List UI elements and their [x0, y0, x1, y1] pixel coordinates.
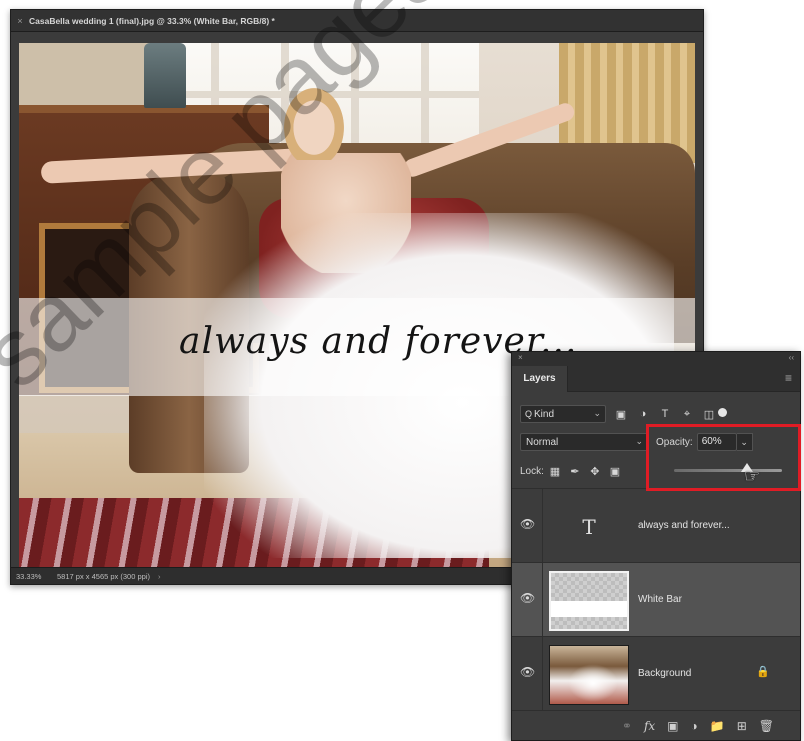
photo-vase [144, 43, 186, 108]
layer-filter-row: Q Kind ⌄ ▣ ◑ T ⌖ ◫ [520, 404, 794, 424]
trash-icon[interactable]: 🗑 [759, 719, 774, 733]
type-filter-icon[interactable]: T [658, 408, 672, 421]
blend-mode-value: Normal [526, 436, 559, 448]
blend-mode-select[interactable]: Normal ⌄ [520, 433, 648, 451]
opacity-label: Opacity: [656, 436, 693, 448]
layers-panel: × ‹‹ Layers ≡ Q Kind ⌄ ▣ ◑ T ⌖ ◫ Normal … [511, 351, 801, 741]
document-tab[interactable]: × CasaBella wedding 1 (final).jpg @ 33.3… [11, 10, 703, 32]
lock-icons: ▦ ✒ ✥ ▣ [548, 465, 622, 478]
divider [542, 637, 543, 710]
layer-thumbnail[interactable] [549, 571, 629, 631]
opacity-slider-popup: ☞ [658, 452, 798, 488]
pointer-cursor-icon: ☞ [744, 466, 761, 486]
divider [542, 489, 543, 562]
thumbnail-white-stripe [551, 601, 627, 617]
shape-filter-icon[interactable]: ⌖ [680, 408, 694, 421]
pixel-filter-icon[interactable]: ▣ [614, 408, 628, 421]
fx-icon[interactable]: fx [644, 719, 655, 733]
layer-name[interactable]: White Bar [638, 563, 682, 637]
adjustment-icon[interactable]: ◑ [691, 719, 698, 733]
lock-row: Lock: ▦ ✒ ✥ ▣ [520, 462, 660, 480]
chevron-down-icon: ⌄ [593, 408, 601, 418]
layer-row-background[interactable]: 👁 Background 🔒 [512, 636, 800, 710]
panel-footer: ⚭ fx ▣ ◑ 📁 ⊞ 🗑 [512, 710, 800, 740]
opacity-slider-track[interactable] [674, 469, 782, 472]
divider [542, 563, 543, 636]
panel-tabbar: Layers ≡ [512, 364, 800, 392]
tab-layers[interactable]: Layers [512, 366, 568, 392]
eye-icon[interactable]: 👁 [520, 517, 535, 531]
layer-row-white-bar[interactable]: 👁 White Bar [512, 562, 800, 636]
layer-name[interactable]: Background [638, 637, 691, 711]
adjustment-filter-icon[interactable]: ◑ [636, 408, 650, 421]
filter-toggle-icon[interactable] [718, 407, 727, 417]
collapse-icon[interactable]: ‹‹ [789, 352, 794, 364]
type-layer-thumbnail[interactable]: T [549, 497, 629, 557]
zoom-level[interactable]: 33.33% [11, 572, 45, 581]
lock-position-icon[interactable]: ✥ [588, 465, 602, 478]
lock-paint-icon[interactable]: ✒ [568, 465, 582, 478]
chevron-right-icon[interactable]: › [158, 572, 161, 581]
lock-label: Lock: [520, 465, 544, 477]
lock-artboard-icon[interactable]: ▣ [608, 465, 622, 478]
close-icon[interactable]: × [15, 16, 25, 26]
opacity-input[interactable]: 60% [696, 433, 737, 451]
document-info: 5817 px x 4565 px (300 ppi) [57, 571, 150, 581]
panel-menu-icon[interactable]: ≡ [785, 372, 792, 384]
eye-icon[interactable]: 👁 [520, 665, 535, 679]
filter-kind-select[interactable]: Q Kind ⌄ [520, 405, 606, 423]
layer-list: 👁 T always and forever... 👁 White Bar 👁 … [512, 488, 800, 710]
lock-transparency-icon[interactable]: ▦ [548, 465, 562, 478]
chevron-down-icon: ⌄ [635, 436, 643, 446]
opacity-dropdown-button[interactable]: ⌄ [736, 433, 753, 451]
lock-icon: 🔒 [756, 666, 770, 678]
search-icon: Q [525, 409, 533, 419]
new-layer-icon[interactable]: ⊞ [737, 719, 747, 733]
blend-row: Normal ⌄ Opacity: 60% ⌄ [520, 432, 794, 452]
panel-header-strip: × ‹‹ [512, 352, 800, 364]
filter-icons: ▣ ◑ T ⌖ ◫ [614, 408, 716, 421]
filter-kind-label: Kind [534, 408, 555, 420]
mask-icon[interactable]: ▣ [667, 719, 678, 733]
background-thumbnail[interactable] [549, 645, 629, 705]
layer-name[interactable]: always and forever... [638, 489, 730, 563]
photo-head [284, 88, 344, 160]
smart-object-filter-icon[interactable]: ◫ [702, 408, 716, 421]
document-title: CasaBella wedding 1 (final).jpg @ 33.3% … [29, 15, 275, 26]
thumbnail-dress [568, 664, 618, 702]
close-icon[interactable]: × [518, 352, 523, 364]
link-icon[interactable]: ⚭ [622, 719, 632, 733]
eye-icon[interactable]: 👁 [520, 591, 535, 605]
folder-icon[interactable]: 📁 [710, 719, 725, 733]
layer-row-text[interactable]: 👁 T always and forever... [512, 488, 800, 562]
